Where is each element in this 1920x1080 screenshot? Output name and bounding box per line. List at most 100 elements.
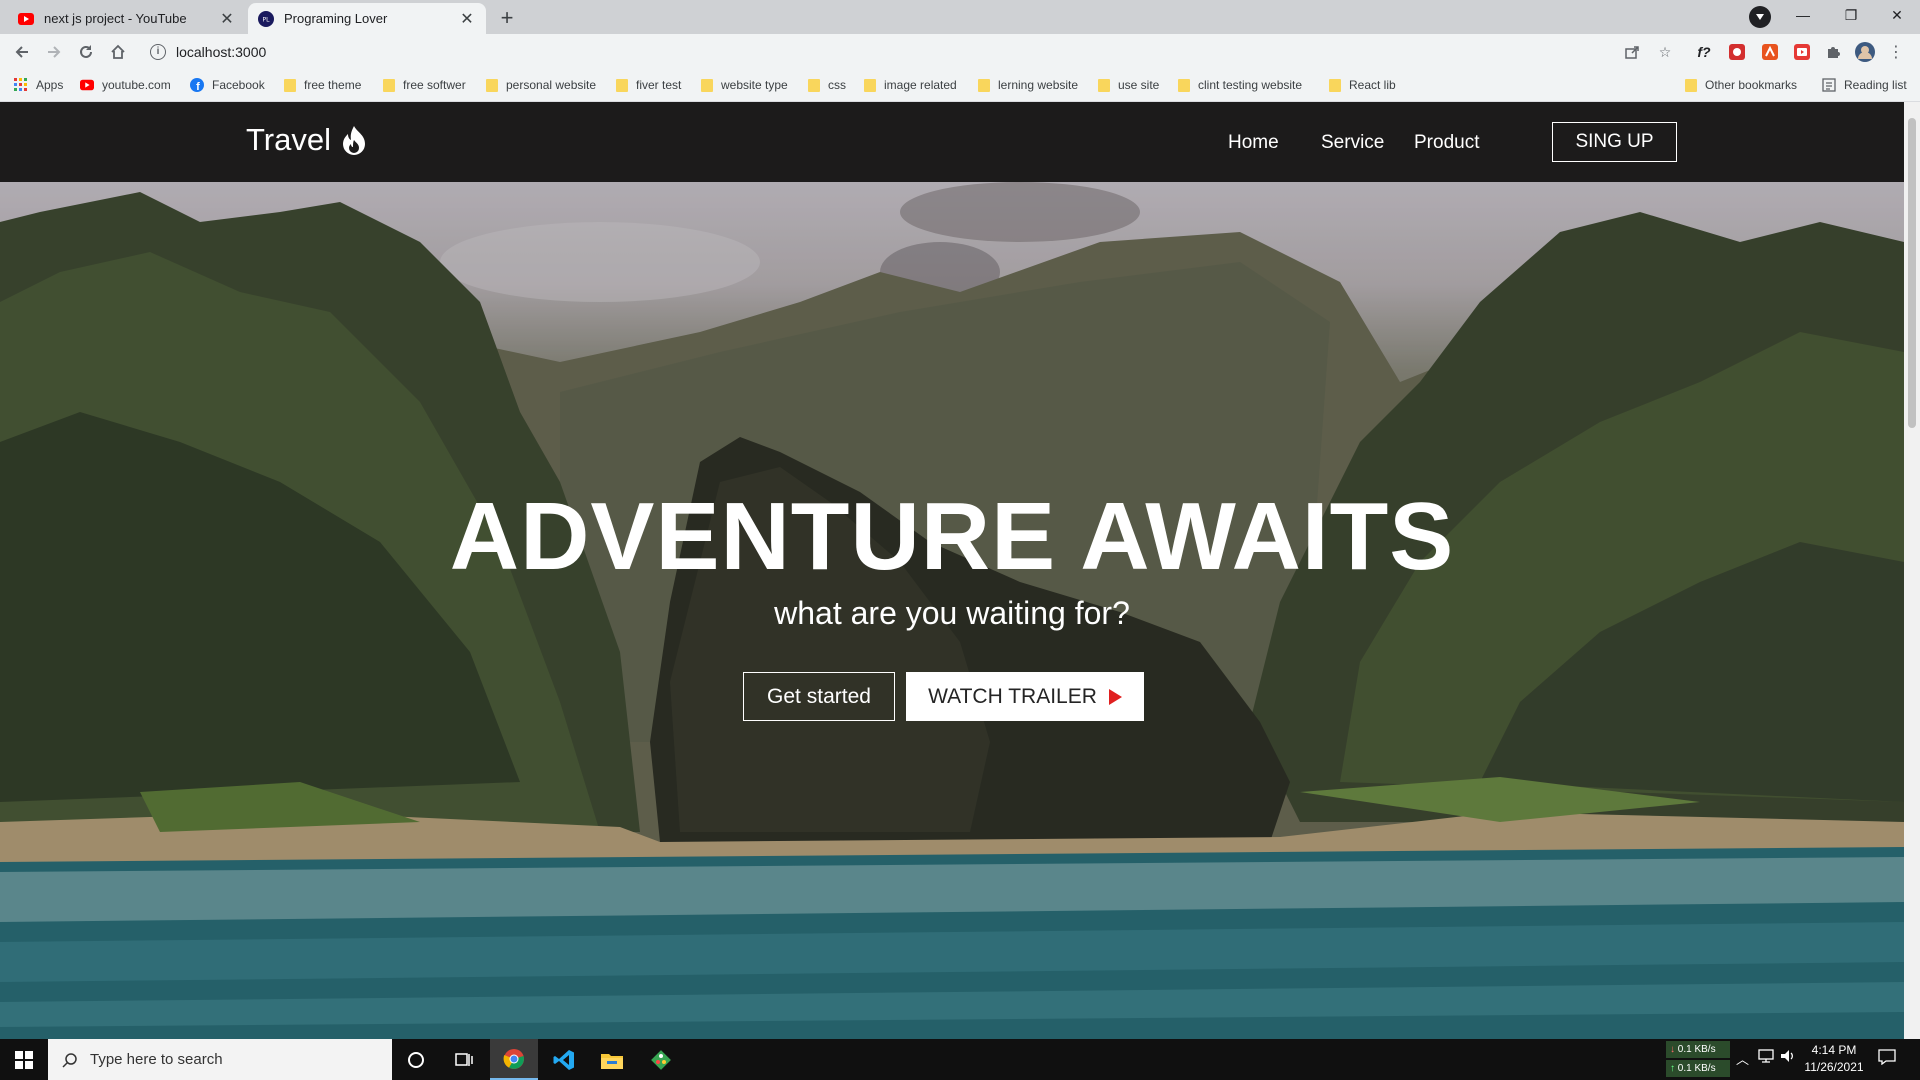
scrollbar-thumb[interactable] (1908, 118, 1916, 428)
nav-home-link[interactable]: Home (1228, 132, 1279, 154)
bookmark-clint-testing-website[interactable]: clint testing website (1178, 78, 1302, 92)
restore-icon[interactable]: ❐ (1828, 0, 1874, 30)
nav-product-link[interactable]: Product (1414, 132, 1479, 154)
profile-avatar-icon[interactable] (1855, 42, 1875, 62)
folder-icon (486, 78, 498, 92)
file-explorer-icon[interactable] (588, 1039, 636, 1080)
back-arrow-icon[interactable] (10, 40, 34, 64)
bookmark-label: fiver test (636, 78, 682, 92)
bookmark-label: lerning website (998, 78, 1079, 92)
bookmark-fiver-test[interactable]: fiver test (616, 78, 681, 92)
search-placeholder: Type here to search (90, 1051, 223, 1068)
bookmark-label: Apps (36, 78, 64, 92)
home-icon[interactable] (106, 40, 130, 64)
task-view-icon[interactable] (440, 1039, 488, 1080)
bookmark-react-lib[interactable]: React lib (1329, 78, 1396, 92)
forward-arrow-icon[interactable] (42, 40, 66, 64)
bookmark-label: youtube.com (102, 78, 171, 92)
bookmark-apps[interactable]: Apps (14, 78, 63, 92)
play-icon (1108, 688, 1122, 705)
folder-icon (1685, 78, 1697, 92)
address-bar[interactable]: i localhost:3000 (140, 38, 1660, 66)
reading-list[interactable]: Reading list (1822, 78, 1907, 92)
extension-orange-icon[interactable] (1760, 42, 1780, 62)
extension-red-icon[interactable] (1727, 42, 1747, 62)
bookmark-label: free theme (304, 78, 362, 92)
other-bookmarks[interactable]: Other bookmarks (1685, 78, 1797, 92)
git-kraken-icon[interactable] (637, 1039, 685, 1080)
windows-taskbar: Type here to search ↓ 0.1 KB/s ↑ 0.1 KB/… (0, 1039, 1920, 1080)
network-icon[interactable] (1758, 1049, 1774, 1066)
net-down-value: 0.1 KB/s (1677, 1044, 1716, 1055)
tab-youtube[interactable]: next js project - YouTube ✕ (8, 3, 246, 34)
folder-icon (808, 78, 820, 92)
youtube-icon (18, 11, 34, 27)
hero-section: ADVENTURE AWAITS what are you waiting fo… (0, 182, 1904, 1039)
menu-kebab-icon[interactable]: ⋮ (1886, 42, 1906, 62)
bookmark-youtube[interactable]: youtube.com (80, 78, 171, 92)
minimize-icon[interactable]: — (1780, 0, 1826, 30)
extensions-puzzle-icon[interactable] (1823, 42, 1843, 62)
tab-programing-lover[interactable]: PL Programing Lover ✕ (248, 3, 486, 34)
bookmark-lerning-website[interactable]: lerning website (978, 78, 1078, 92)
site-favicon-icon: PL (258, 10, 274, 27)
bookmark-label: Other bookmarks (1705, 78, 1798, 92)
bookmark-website-type[interactable]: website type (701, 78, 788, 92)
clock-time: 4:14 PM (1811, 1043, 1857, 1057)
chrome-taskbar-icon[interactable] (490, 1039, 538, 1080)
bookmark-label: Facebook (212, 78, 265, 92)
bookmark-label: use site (1118, 78, 1160, 92)
bookmark-star-icon[interactable]: ☆ (1655, 42, 1675, 62)
bookmark-label: personal website (506, 78, 597, 92)
tab-title: next js project - YouTube (44, 11, 187, 26)
reload-icon[interactable] (74, 40, 98, 64)
site-logo[interactable]: Travel (246, 122, 367, 158)
folder-icon (1098, 78, 1110, 92)
reading-list-icon (1822, 78, 1836, 92)
windows-start-icon[interactable] (0, 1039, 48, 1080)
nav-service-link[interactable]: Service (1321, 132, 1384, 154)
extension-video-icon[interactable] (1792, 42, 1812, 62)
bookmark-personal-website[interactable]: personal website (486, 78, 596, 92)
bookmark-facebook[interactable]: f Facebook (190, 78, 265, 92)
watch-trailer-button[interactable]: WATCH TRAILER (906, 672, 1144, 721)
bookmark-label: Reading list (1844, 78, 1907, 92)
folder-icon (701, 78, 713, 92)
close-tab-icon[interactable]: ✕ (458, 10, 476, 28)
folder-icon (978, 78, 990, 92)
search-icon (62, 1052, 77, 1068)
bookmark-use-site[interactable]: use site (1098, 78, 1159, 92)
close-window-icon[interactable]: ✕ (1874, 0, 1920, 30)
folder-icon (1178, 78, 1190, 92)
new-tab-plus-icon[interactable]: + (494, 5, 520, 31)
fonts-extension-icon[interactable]: f? (1694, 42, 1714, 62)
logo-text: Travel (246, 122, 331, 157)
bookmark-free-softwer[interactable]: free softwer (383, 78, 466, 92)
notification-center-icon[interactable] (1878, 1049, 1896, 1068)
bookmark-free-theme[interactable]: free theme (284, 78, 361, 92)
bookmark-image-related[interactable]: image related (864, 78, 957, 92)
system-clock[interactable]: 4:14 PM 11/26/2021 (1800, 1042, 1868, 1076)
close-tab-icon[interactable]: ✕ (218, 10, 236, 28)
page-scrollbar[interactable] (1904, 102, 1920, 1039)
bookmark-css[interactable]: css (808, 78, 846, 92)
folder-icon (284, 78, 296, 92)
youtube-icon (80, 79, 94, 91)
tab-title: Programing Lover (284, 11, 388, 26)
signup-button[interactable]: SING UP (1552, 122, 1677, 162)
net-upload: ↑ 0.1 KB/s (1666, 1060, 1730, 1077)
volume-icon[interactable] (1780, 1049, 1796, 1066)
share-icon[interactable] (1622, 42, 1642, 62)
info-icon[interactable]: i (150, 44, 166, 60)
bookmarks-bar: Apps youtube.com f Facebook free theme f… (0, 70, 1920, 102)
folder-icon (1329, 78, 1341, 92)
tab-search-icon[interactable] (1749, 6, 1771, 28)
bookmark-label: free softwer (403, 78, 466, 92)
taskbar-search-input[interactable]: Type here to search (48, 1039, 392, 1080)
bookmark-label: image related (884, 78, 957, 92)
tray-chevron-up-icon[interactable]: ︿ (1736, 1049, 1749, 1068)
cortana-circle-icon[interactable] (392, 1039, 440, 1080)
vscode-taskbar-icon[interactable] (540, 1039, 588, 1080)
get-started-button[interactable]: Get started (743, 672, 895, 721)
bookmark-label: clint testing website (1198, 78, 1303, 92)
